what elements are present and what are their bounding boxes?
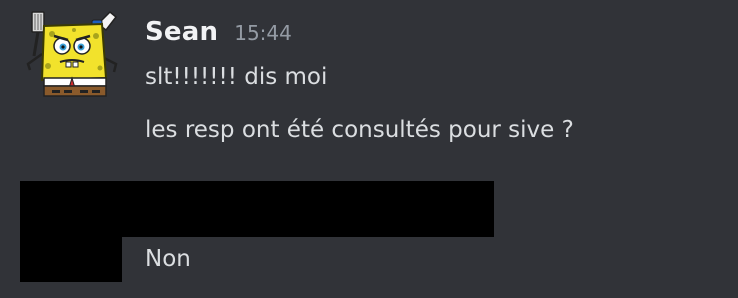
chat-message-list: Sean 15:44 slt!!!!!!! dis moi les resp o… (0, 0, 738, 298)
message-text: slt!!!!!!! dis moi (145, 64, 328, 90)
reply-message-text: Non (145, 246, 191, 272)
spongebob-spatula-avatar-icon[interactable] (18, 8, 124, 106)
message-text: les resp ont été consultés pour sive ? (145, 117, 574, 143)
redacted-block (20, 181, 494, 237)
message-timestamp[interactable]: 15:44 (234, 21, 292, 45)
author-username[interactable]: Sean (145, 17, 218, 47)
redacted-block (20, 237, 122, 282)
message-header: Sean 15:44 (145, 17, 292, 47)
